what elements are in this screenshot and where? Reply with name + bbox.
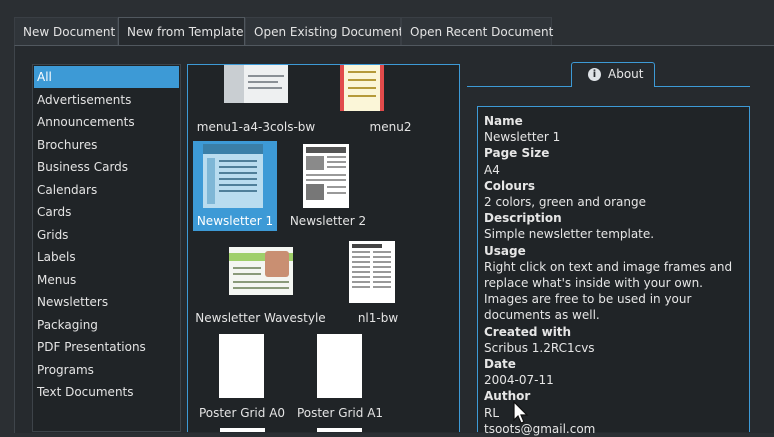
template-thumbnail [203, 144, 263, 208]
tab-about[interactable]: i About [571, 62, 655, 87]
template-thumbnail [229, 247, 293, 295]
tab-new-from-template[interactable]: New from Template [118, 17, 245, 46]
template-item-poster-grid-a1[interactable]: Poster Grid A1 [296, 333, 406, 425]
info-value-description: Simple newsletter template. [484, 227, 655, 242]
category-item-advertisements[interactable]: Advertisements [34, 89, 179, 111]
category-item-newsletters[interactable]: Newsletters [34, 291, 179, 313]
template-thumbnail [317, 428, 362, 432]
template-thumbnail [303, 144, 349, 208]
category-item-cards[interactable]: Cards [34, 201, 179, 223]
info-icon: i [588, 68, 601, 81]
template-thumbnail [349, 241, 395, 303]
template-item-menu2[interactable]: menu2 [323, 65, 458, 140]
template-thumbnail [224, 65, 288, 103]
tab-label: New from Template [127, 25, 244, 39]
template-label: menu1-a4-3cols-bw [196, 120, 316, 134]
template-item-newsletter-1[interactable]: Newsletter 1 [193, 141, 280, 233]
category-item-packaging[interactable]: Packaging [34, 314, 179, 336]
info-key-created-with: Created with [484, 324, 572, 339]
tab-label: About [608, 67, 644, 81]
info-value-name: Newsletter 1 [484, 130, 561, 145]
category-item-programs[interactable]: Programs [34, 359, 179, 381]
tab-label: Open Recent Document [410, 25, 554, 39]
template-grid[interactable]: menu1-a4-3cols-bw menu2 Newsletter 1 New… [187, 64, 460, 432]
template-item-newsletter-wavestyle[interactable]: Newsletter Wavestyle [188, 237, 333, 329]
info-value-usage: Right click on text and image frames and… [484, 259, 733, 323]
tab-label: New Document [23, 25, 116, 39]
info-key-usage: Usage [484, 243, 526, 258]
template-thumbnail [340, 65, 384, 111]
info-key-page-size: Page Size [484, 146, 550, 161]
template-label: Poster Grid A0 [198, 406, 286, 420]
template-label: Newsletter 1 [196, 214, 274, 228]
category-item-business-cards[interactable]: Business Cards [34, 156, 179, 178]
template-thumbnail [220, 428, 265, 432]
tab-open-recent-document[interactable]: Open Recent Document [401, 17, 554, 45]
info-value-page-size: A4 [484, 162, 500, 177]
category-list[interactable]: All Advertisements Announcements Brochur… [32, 64, 181, 432]
info-key-name: Name [484, 114, 523, 128]
template-thumbnail [317, 334, 362, 398]
category-item-pdf-presentations[interactable]: PDF Presentations [34, 336, 179, 358]
template-label: Newsletter 2 [289, 214, 367, 228]
tab-open-existing-document[interactable]: Open Existing Document [245, 17, 404, 45]
info-key-description: Description [484, 211, 562, 226]
info-value-created-with: Scribus 1.2RC1cvs [484, 340, 595, 355]
tab-new-document[interactable]: New Document [14, 17, 118, 45]
category-item-brochures[interactable]: Brochures [34, 134, 179, 156]
template-label: Newsletter Wavestyle [195, 311, 326, 325]
template-item-nl1-bw[interactable]: nl1-bw [333, 237, 423, 329]
template-item-newsletter-2[interactable]: Newsletter 2 [283, 141, 373, 233]
category-item-calendars[interactable]: Calendars [34, 179, 179, 201]
tab-bar: New Document New from Template Open Exis… [0, 0, 774, 46]
mouse-cursor-icon [513, 401, 529, 424]
template-label: Poster Grid A1 [296, 406, 384, 420]
template-item-menu1-a4-3cols-bw[interactable]: menu1-a4-3cols-bw [188, 65, 323, 140]
tab-label: Open Existing Document [254, 25, 404, 39]
category-item-grids[interactable]: Grids [34, 224, 179, 246]
category-item-labels[interactable]: Labels [34, 246, 179, 268]
info-value-colours: 2 colors, green and orange [484, 195, 646, 210]
category-item-text-documents[interactable]: Text Documents [34, 381, 179, 403]
info-value-date: 2004-07-11 [484, 373, 554, 388]
info-key-date: Date [484, 357, 516, 372]
category-item-menus[interactable]: Menus [34, 269, 179, 291]
template-thumbnail [219, 334, 264, 398]
template-info-text: Name Newsletter 1 Page Size A4 Colours 2… [484, 113, 746, 437]
info-key-colours: Colours [484, 178, 536, 193]
template-label: menu2 [369, 120, 412, 134]
template-label: nl1-bw [357, 311, 399, 325]
category-item-announcements[interactable]: Announcements [34, 111, 179, 133]
template-info-panel: Name Newsletter 1 Page Size A4 Colours 2… [477, 106, 750, 436]
category-item-all[interactable]: All [34, 66, 179, 88]
